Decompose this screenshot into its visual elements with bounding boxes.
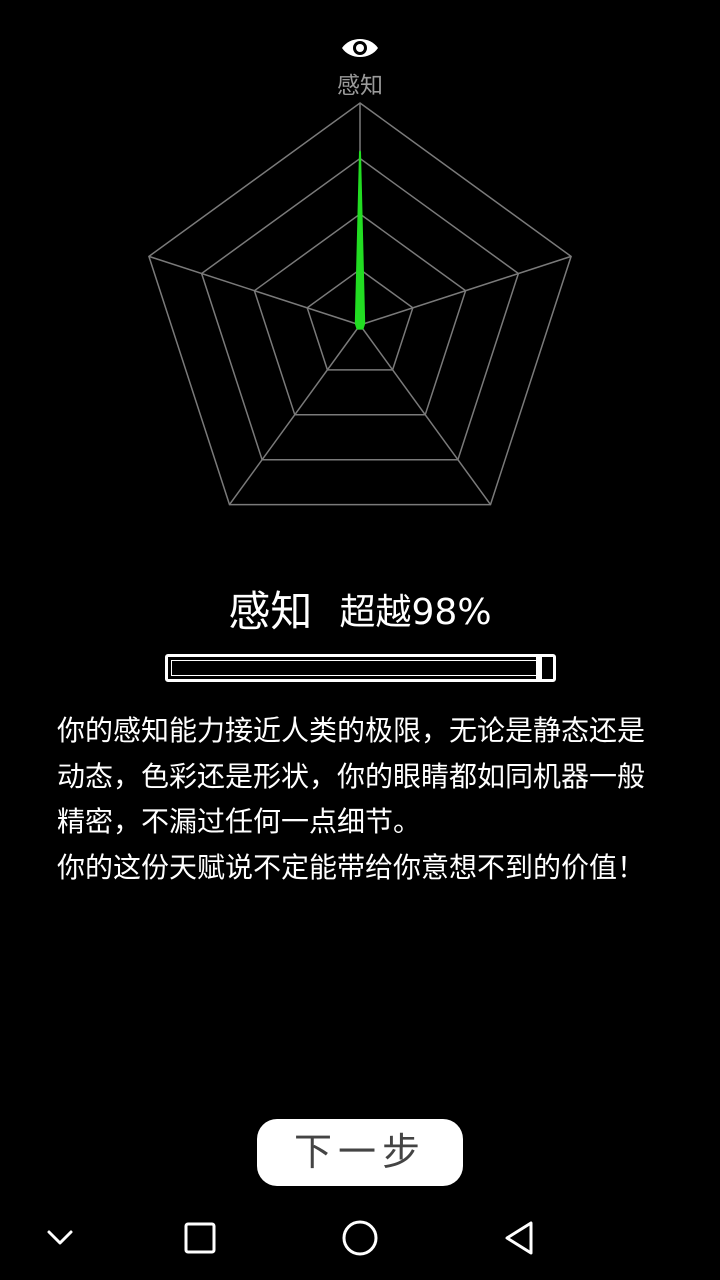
description-paragraph-2: 你的这份天赋说不定能带给你意想不到的价值！ (57, 850, 646, 884)
result-description: 你的感知能力接近人类的极限，无论是静态还是动态，色彩还是形状，你的眼睛都如同机器… (57, 708, 663, 890)
radar-chart: 感知 (0, 0, 720, 530)
result-headline: 感知 超越98% (0, 578, 720, 639)
radar-axis-label-top: 感知 (337, 73, 383, 99)
radar-axis-line (359, 255, 572, 326)
circle-icon[interactable] (336, 1214, 384, 1262)
beat-percentage: 超越98% (339, 591, 492, 633)
eye-icon (340, 34, 380, 62)
progress-cap (536, 657, 543, 679)
radar-axis-line (148, 255, 361, 326)
result-progress-bar (165, 654, 556, 682)
description-paragraph-1: 你的感知能力接近人类的极限，无论是静态还是动态，色彩还是形状，你的眼睛都如同机器… (57, 714, 646, 838)
progress-fill (171, 660, 543, 676)
trait-name: 感知 (228, 587, 313, 636)
chevron-down-icon[interactable] (36, 1214, 84, 1262)
next-step-button[interactable]: 下一步 (257, 1119, 463, 1186)
system-navigation-bar (0, 1196, 720, 1280)
square-icon[interactable] (176, 1214, 224, 1262)
radar-value-shape (354, 150, 366, 330)
back-triangle-icon[interactable] (496, 1214, 544, 1262)
